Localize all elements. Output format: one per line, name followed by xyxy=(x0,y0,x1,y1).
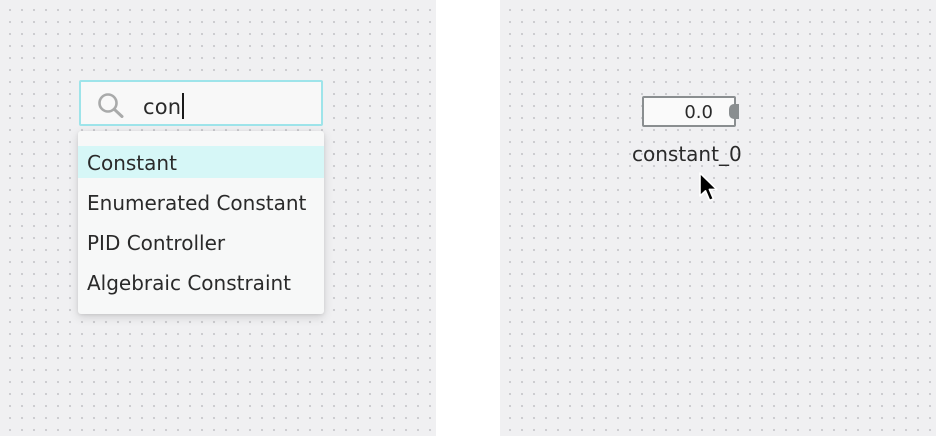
search-icon xyxy=(97,92,125,118)
block-name-label[interactable]: constant_0 xyxy=(632,142,742,166)
constant-value: 0.0 xyxy=(684,102,713,123)
mouse-cursor-icon xyxy=(698,172,720,204)
search-results-list: Constant Enumerated Constant PID Control… xyxy=(78,146,324,306)
output-port[interactable] xyxy=(729,104,739,119)
text-caret xyxy=(182,93,184,119)
search-input[interactable]: con xyxy=(143,93,184,119)
constant-block[interactable]: 0.0 xyxy=(642,96,739,127)
block-search-box[interactable]: con xyxy=(79,80,323,126)
search-results-dropdown: Constant Enumerated Constant PID Control… xyxy=(78,131,324,314)
search-query: con xyxy=(143,95,182,119)
result-item-constant[interactable]: Constant xyxy=(78,146,324,178)
result-item-pid-controller[interactable]: PID Controller xyxy=(78,226,324,266)
result-item-enumerated-constant[interactable]: Enumerated Constant xyxy=(78,186,324,226)
right-canvas[interactable] xyxy=(500,0,936,436)
result-item-algebraic-constraint[interactable]: Algebraic Constraint xyxy=(78,266,324,306)
